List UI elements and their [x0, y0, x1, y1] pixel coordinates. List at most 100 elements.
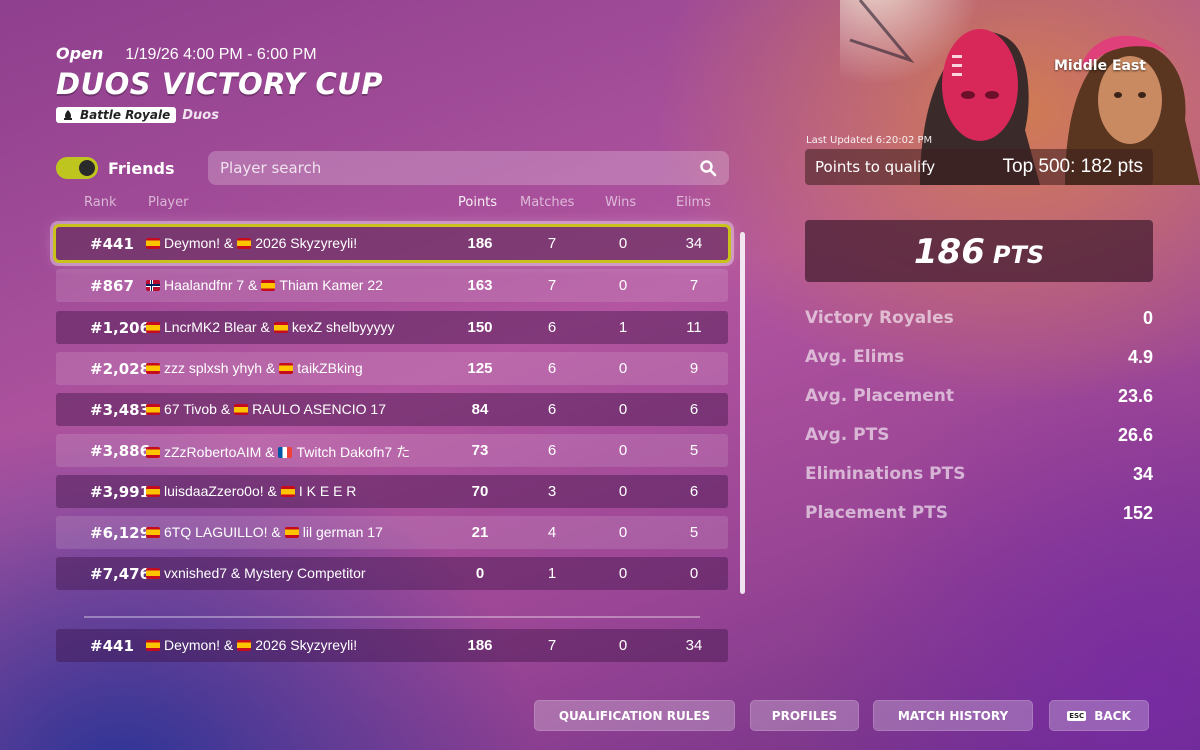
row-rank: #7,476	[90, 565, 151, 583]
flag-icon	[146, 237, 160, 249]
row-wins: 0	[618, 442, 628, 459]
row-elims: 34	[685, 235, 703, 252]
row-rank: #3,991	[90, 483, 151, 501]
row-players: zzz splxsh yhyh & taikZBking	[146, 360, 363, 376]
stat-value: 34	[1132, 464, 1153, 484]
row-players: Haalandfnr 7 & Thiam Kamer 22	[146, 277, 383, 293]
row-points: 0	[475, 565, 485, 582]
row-matches: 6	[547, 401, 557, 418]
player-search-bar[interactable]	[208, 151, 729, 185]
table-row[interactable]: #3,886 zZzRobertoAIM & Twitch Dakofn7 た …	[56, 434, 728, 467]
row-wins: 0	[618, 277, 628, 294]
search-icon[interactable]	[699, 159, 717, 177]
player-2: 2026 Skyzyreyli!	[255, 637, 358, 653]
table-row[interactable]: #6,129 6TQ LAGUILLO! & lil german 17 21 …	[56, 516, 728, 549]
event-header: Open 1/19/26 4:00 PM - 6:00 PM DUOS VICT…	[56, 44, 383, 123]
row-players: 67 Tivob & RAULO ASENCIO 17	[146, 401, 386, 417]
flag-icon	[146, 485, 160, 497]
col-wins: Wins	[605, 195, 637, 210]
stat-avg-pts: Avg. PTS 26.6	[805, 425, 1153, 449]
row-wins: 1	[618, 319, 628, 336]
stat-label: Avg. PTS	[805, 425, 890, 445]
flag-icon	[146, 279, 160, 291]
qualify-value: Top 500: 182 pts	[1002, 156, 1144, 177]
row-wins: 0	[618, 524, 628, 541]
row-elims: 9	[689, 360, 699, 377]
table-row[interactable]: #3,483 67 Tivob & RAULO ASENCIO 17 84 6 …	[56, 393, 728, 426]
stat-eliminations-pts: Eliminations PTS 34	[805, 464, 1153, 488]
player-1: 67 Tivob &	[164, 401, 231, 417]
row-elims: 6	[689, 483, 699, 500]
flag-icon	[146, 526, 160, 538]
player-2: RAULO ASENCIO 17	[252, 401, 386, 417]
row-elims: 6	[689, 401, 699, 418]
toggle-knob	[79, 160, 95, 176]
flag-icon	[278, 446, 293, 458]
qualification-rules-button[interactable]: QUALIFICATION RULES	[534, 700, 735, 731]
row-players: vxnished7 & Mystery Competitor	[146, 565, 366, 581]
player-1: zZzRobertoAIM &	[164, 444, 275, 460]
player-1: 6TQ LAGUILLO! &	[164, 524, 281, 540]
row-points: 21	[471, 524, 489, 541]
flag-icon	[146, 403, 160, 415]
row-points: 73	[471, 442, 489, 459]
flag-icon	[237, 639, 252, 651]
row-rank: #2,028	[90, 360, 151, 378]
row-wins: 0	[618, 637, 628, 654]
row-players: zZzRobertoAIM & Twitch Dakofn7 た	[146, 442, 410, 462]
row-elims: 11	[686, 319, 702, 336]
player-1: Deymon! &	[164, 235, 234, 251]
stat-value: 26.6	[1117, 425, 1153, 445]
mode-subtitle: Duos	[182, 107, 219, 123]
player-search-input[interactable]	[220, 159, 699, 177]
row-players: Deymon! & 2026 Skyzyreyli!	[146, 235, 357, 251]
total-points-box: 186 PTS	[805, 220, 1153, 282]
match-history-button[interactable]: MATCH HISTORY	[873, 700, 1033, 731]
friends-filter[interactable]: Friends	[56, 157, 175, 179]
row-wins: 0	[618, 235, 628, 252]
event-time: 1/19/26 4:00 PM - 6:00 PM	[125, 46, 317, 63]
row-rank: #3,483	[90, 401, 151, 419]
profiles-button[interactable]: PROFILES	[750, 700, 859, 731]
row-points: 70	[471, 483, 489, 500]
row-points: 186	[467, 235, 493, 252]
row-elims: 5	[689, 524, 699, 541]
player-2: Twitch Dakofn7 た	[296, 444, 411, 460]
row-elims: 5	[689, 442, 699, 459]
stat-label: Victory Royales	[805, 308, 954, 328]
flag-icon	[237, 237, 252, 249]
table-row[interactable]: #1,206 LncrMK2 Blear & kexZ shelbyyyyy 1…	[56, 311, 728, 344]
row-wins: 0	[618, 401, 628, 418]
player-1: LncrMK2 Blear &	[164, 319, 270, 335]
back-button[interactable]: ESC BACK	[1049, 700, 1149, 731]
flag-icon	[280, 485, 295, 497]
divider	[84, 616, 700, 618]
row-points: 125	[467, 360, 493, 377]
qualify-box: Points to qualify Top 500: 182 pts	[805, 149, 1153, 185]
table-row[interactable]: #441 Deymon! & 2026 Skyzyreyli! 186 7 0 …	[53, 224, 731, 263]
col-elims: Elims	[676, 195, 711, 210]
stat-avg-elims: Avg. Elims 4.9	[805, 347, 1153, 371]
my-team-row[interactable]: #441 Deymon! & 2026 Skyzyreyli! 186 7 0 …	[56, 629, 728, 662]
player-2: lil german 17	[302, 524, 383, 540]
stat-value: 23.6	[1117, 386, 1153, 406]
row-players: 6TQ LAGUILLO! & lil german 17	[146, 524, 383, 540]
friends-toggle[interactable]	[56, 157, 98, 179]
player-1: vxnished7 & Mystery Competitor	[164, 565, 366, 581]
row-wins: 0	[618, 565, 628, 582]
player-2: kexZ shelbyyyyy	[291, 319, 395, 335]
table-row[interactable]: #7,476 vxnished7 & Mystery Competitor 0 …	[56, 557, 728, 590]
qualify-label: Points to qualify	[815, 158, 936, 176]
total-points: 186	[913, 232, 985, 272]
list-scrollbar[interactable]	[740, 232, 745, 594]
player-1: luisdaaZzero0o! &	[164, 483, 277, 499]
mode-chip-label: Battle Royale	[80, 108, 171, 122]
flag-icon	[146, 639, 160, 651]
table-row[interactable]: #3,991 luisdaaZzero0o! & I K E E R 70 3 …	[56, 475, 728, 508]
stat-value: 152	[1122, 503, 1153, 523]
flag-icon	[146, 567, 160, 579]
stat-label: Avg. Placement	[805, 386, 955, 406]
col-rank: Rank	[84, 195, 117, 210]
table-row[interactable]: #2,028 zzz splxsh yhyh & taikZBking 125 …	[56, 352, 728, 385]
table-row[interactable]: #867 Haalandfnr 7 & Thiam Kamer 22 163 7…	[56, 269, 728, 302]
